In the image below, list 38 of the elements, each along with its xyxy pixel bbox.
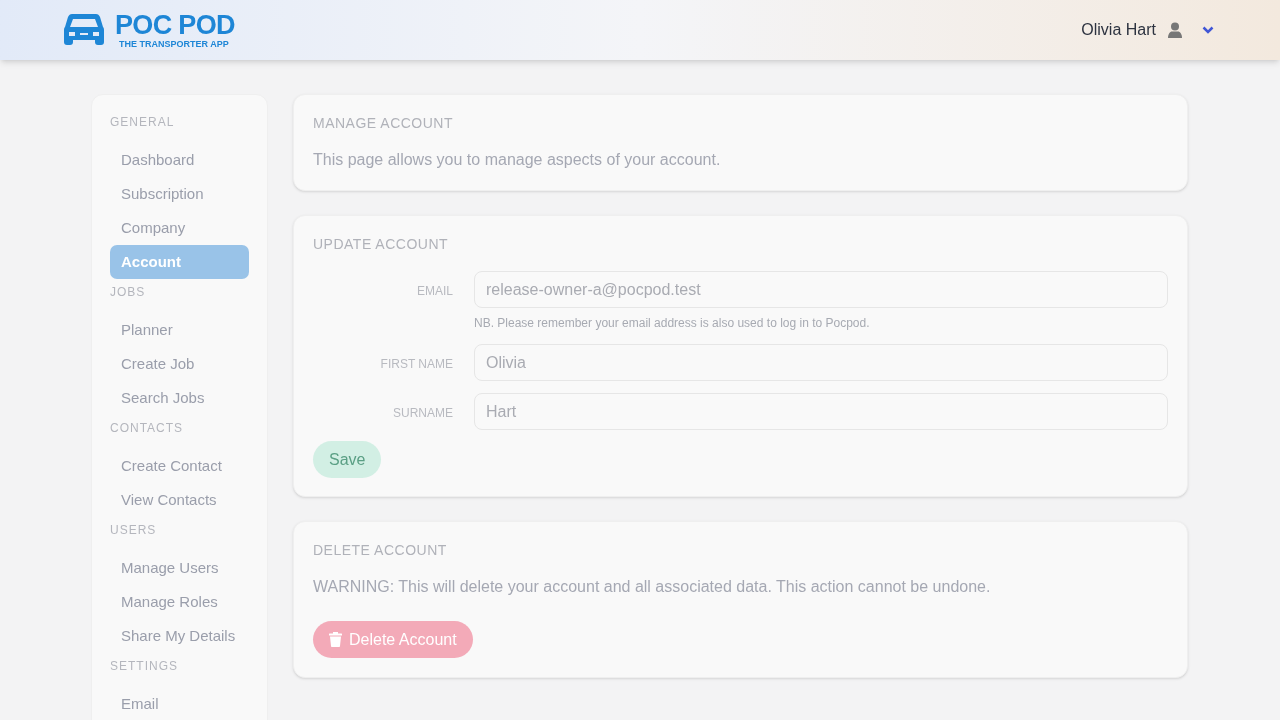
field-label: EMAIL <box>416 283 453 300</box>
sidebar-item[interactable]: Subscription <box>110 177 249 211</box>
sidebar-item[interactable]: Dashboard <box>110 143 249 177</box>
sidebar-item[interactable]: Share My Details <box>110 619 249 653</box>
section-heading: SETTINGS <box>110 658 179 675</box>
brand-name: POC POD <box>115 11 235 39</box>
section-heading: JOBS <box>110 284 147 301</box>
text-field[interactable]: Hart <box>474 393 1168 430</box>
sidebar-item[interactable]: Create Contact <box>110 449 249 483</box>
description-text: This page allows you to manage aspects of your account. <box>313 150 722 170</box>
warning-text: WARNING: This will delete your account and all associated data. This action cannot be undone. <box>313 577 992 597</box>
card-title: DELETE ACCOUNT <box>313 541 448 560</box>
sidebar-item[interactable]: Account <box>110 245 249 279</box>
text-field[interactable]: release-owner-a@pocpod.test <box>474 271 1168 308</box>
delete-account-button[interactable]: Delete Account <box>313 621 473 658</box>
field-hint: NB. Please remember your email address is also used to log in to Pocpod. <box>474 315 871 332</box>
user-icon[interactable] <box>1168 22 1182 38</box>
card-title: MANAGE ACCOUNT <box>313 114 454 133</box>
sidebar-item[interactable]: Planner <box>110 313 249 347</box>
sidebar-item[interactable]: Manage Users <box>110 551 249 585</box>
sidebar-item[interactable]: View Contacts <box>110 483 249 517</box>
sidebar-item[interactable]: Create Job <box>110 347 249 381</box>
chevron-down-icon[interactable] <box>1202 26 1214 34</box>
sidebar-item[interactable]: Manage Roles <box>110 585 249 619</box>
text-field[interactable]: Olivia <box>474 344 1168 381</box>
card-title: UPDATE ACCOUNT <box>313 235 450 254</box>
brand-tagline: THE TRANSPORTER APP <box>118 39 230 49</box>
field-label: SURNAME <box>392 405 453 422</box>
trash-icon <box>329 632 342 647</box>
sidebar-item[interactable]: Email <box>110 687 249 720</box>
field-label: FIRST NAME <box>379 356 453 373</box>
car-icon <box>64 12 104 48</box>
section-heading: CONTACTS <box>110 420 185 437</box>
sidebar-item[interactable]: Company <box>110 211 249 245</box>
section-heading: GENERAL <box>110 114 176 131</box>
sidebar-item[interactable]: Search Jobs <box>110 381 249 415</box>
user-name[interactable]: Olivia Hart <box>1081 18 1156 42</box>
section-heading: USERS <box>110 522 158 539</box>
